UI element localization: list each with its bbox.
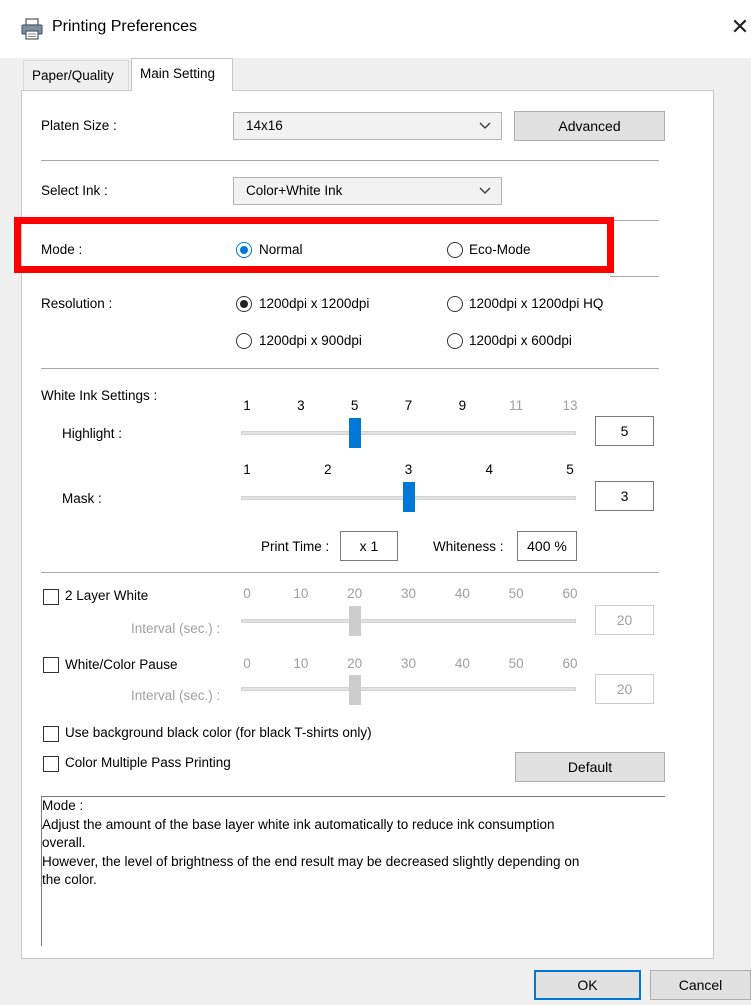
- slider-tick-label: 0: [243, 586, 251, 601]
- slider-tick-label: 13: [562, 398, 578, 413]
- description-line: However, the level of brightness of the …: [42, 854, 580, 869]
- platen-size-select[interactable]: 14x16: [233, 112, 502, 140]
- description-box: Mode : Adjust the amount of the base lay…: [41, 796, 665, 946]
- slider-tick-label: 5: [566, 462, 574, 477]
- two-layer-white-checkbox[interactable]: [43, 589, 59, 605]
- resolution-option-label: 1200dpi x 900dpi: [259, 333, 362, 348]
- resolution-1200x600-radio[interactable]: [447, 333, 463, 349]
- slider-tick-label: 11: [509, 398, 524, 413]
- two-layer-white-label: 2 Layer White: [65, 588, 149, 603]
- two-layer-slider-track[interactable]: [241, 619, 576, 623]
- slider-tick-label: 3: [297, 398, 305, 413]
- slider-tick-label: 20: [347, 586, 363, 601]
- description-line: overall.: [42, 835, 86, 850]
- close-icon[interactable]: ✕: [730, 14, 750, 40]
- mode-eco-radio[interactable]: [447, 242, 463, 258]
- mask-slider-thumb[interactable]: [402, 482, 415, 512]
- two-layer-slider-thumb[interactable]: [348, 606, 361, 636]
- pause-interval-field[interactable]: 20: [595, 674, 654, 704]
- two-layer-interval-label: Interval (sec.) :: [131, 621, 221, 636]
- color-multiple-pass-checkbox[interactable]: [43, 756, 59, 772]
- print-time-label: Print Time :: [261, 539, 330, 554]
- select-ink-label: Select Ink :: [41, 183, 108, 198]
- divider: [600, 220, 659, 221]
- highlight-slider-thumb[interactable]: [348, 418, 361, 448]
- whiteness-field[interactable]: 400 %: [517, 531, 577, 561]
- slider-tick-label: 1: [243, 462, 251, 477]
- slider-tick-label: 10: [293, 656, 309, 671]
- pause-interval-label: Interval (sec.) :: [131, 688, 221, 703]
- window-title: Printing Preferences: [52, 18, 197, 35]
- mode-eco-label: Eco-Mode: [469, 242, 531, 257]
- slider-tick-label: 7: [404, 398, 413, 413]
- select-ink-value: Color+White Ink: [246, 183, 343, 198]
- mode-normal-radio[interactable]: [236, 242, 252, 258]
- highlight-slider-track[interactable]: [241, 431, 576, 435]
- resolution-option-label: 1200dpi x 1200dpi: [259, 296, 370, 311]
- tab-main-setting[interactable]: Main Setting: [131, 58, 233, 91]
- default-button[interactable]: Default: [515, 752, 665, 782]
- advanced-button[interactable]: Advanced: [514, 111, 665, 141]
- slider-tick-label: 9: [458, 398, 467, 413]
- resolution-option-label: 1200dpi x 600dpi: [469, 333, 572, 348]
- slider-tick-label: 1: [243, 398, 251, 413]
- resolution-label: Resolution :: [41, 296, 113, 311]
- whiteness-label: Whiteness :: [433, 539, 504, 554]
- divider: [41, 368, 659, 369]
- slider-tick-label: 5: [350, 398, 359, 413]
- slider-tick-label: 60: [562, 656, 578, 671]
- highlight-value-field[interactable]: 5: [595, 416, 654, 446]
- slider-tick-label: 60: [562, 586, 578, 601]
- divider: [41, 160, 659, 161]
- tab-label: Paper/Quality: [32, 68, 114, 83]
- slider-tick-label: 0: [243, 656, 251, 671]
- description-line: Mode :: [42, 798, 84, 813]
- slider-tick-label: 40: [454, 656, 470, 671]
- resolution-1200x900-radio[interactable]: [236, 333, 252, 349]
- black-background-checkbox[interactable]: [43, 726, 59, 742]
- highlight-label: Highlight :: [62, 426, 123, 441]
- mask-label: Mask :: [62, 491, 102, 506]
- chevron-down-icon: [479, 187, 491, 194]
- slider-tick-label: 20: [347, 656, 363, 671]
- mode-label: Mode :: [41, 242, 83, 257]
- tab-label: Main Setting: [140, 66, 216, 81]
- resolution-option-label: 1200dpi x 1200dpi HQ: [469, 296, 604, 311]
- black-background-label: Use background black color (for black T-…: [65, 725, 372, 740]
- description-line: Adjust the amount of the base layer whit…: [42, 817, 555, 832]
- chevron-down-icon: [479, 122, 491, 129]
- mode-normal-label: Normal: [259, 242, 303, 257]
- white-color-pause-checkbox[interactable]: [43, 657, 59, 673]
- slider-tick-label: 40: [454, 586, 470, 601]
- two-layer-interval-field[interactable]: 20: [595, 605, 654, 635]
- tab-paper-quality[interactable]: Paper/Quality: [23, 60, 129, 91]
- white-color-pause-label: White/Color Pause: [65, 657, 178, 672]
- slider-tick-label: 50: [508, 586, 524, 601]
- description-line: the color.: [42, 872, 97, 887]
- platen-size-value: 14x16: [246, 118, 283, 133]
- resolution-1200x1200hq-radio[interactable]: [447, 296, 463, 312]
- slider-tick-label: 30: [400, 586, 417, 601]
- mask-value-field[interactable]: 3: [595, 481, 654, 511]
- color-multiple-pass-label: Color Multiple Pass Printing: [65, 755, 231, 770]
- slider-tick-label: 4: [485, 462, 493, 477]
- pause-slider-thumb[interactable]: [348, 675, 361, 705]
- slider-tick-label: 3: [404, 462, 413, 477]
- divider: [610, 276, 659, 277]
- pause-slider-track[interactable]: [241, 687, 576, 691]
- printer-icon: [21, 18, 43, 40]
- print-time-field[interactable]: x 1: [340, 531, 398, 561]
- resolution-1200x1200-radio[interactable]: [236, 296, 252, 312]
- cancel-button[interactable]: Cancel: [650, 970, 751, 1000]
- description-top-border: [41, 796, 665, 797]
- slider-tick-label: 10: [293, 586, 309, 601]
- divider: [41, 572, 659, 573]
- slider-tick-label: 30: [400, 656, 417, 671]
- select-ink-dropdown[interactable]: Color+White Ink: [233, 177, 502, 205]
- slider-tick-label: 50: [508, 656, 524, 671]
- platen-size-label: Platen Size :: [41, 118, 117, 133]
- slider-tick-label: 2: [323, 462, 332, 477]
- ok-button[interactable]: OK: [534, 970, 641, 1000]
- white-ink-settings-label: White Ink Settings :: [41, 388, 158, 403]
